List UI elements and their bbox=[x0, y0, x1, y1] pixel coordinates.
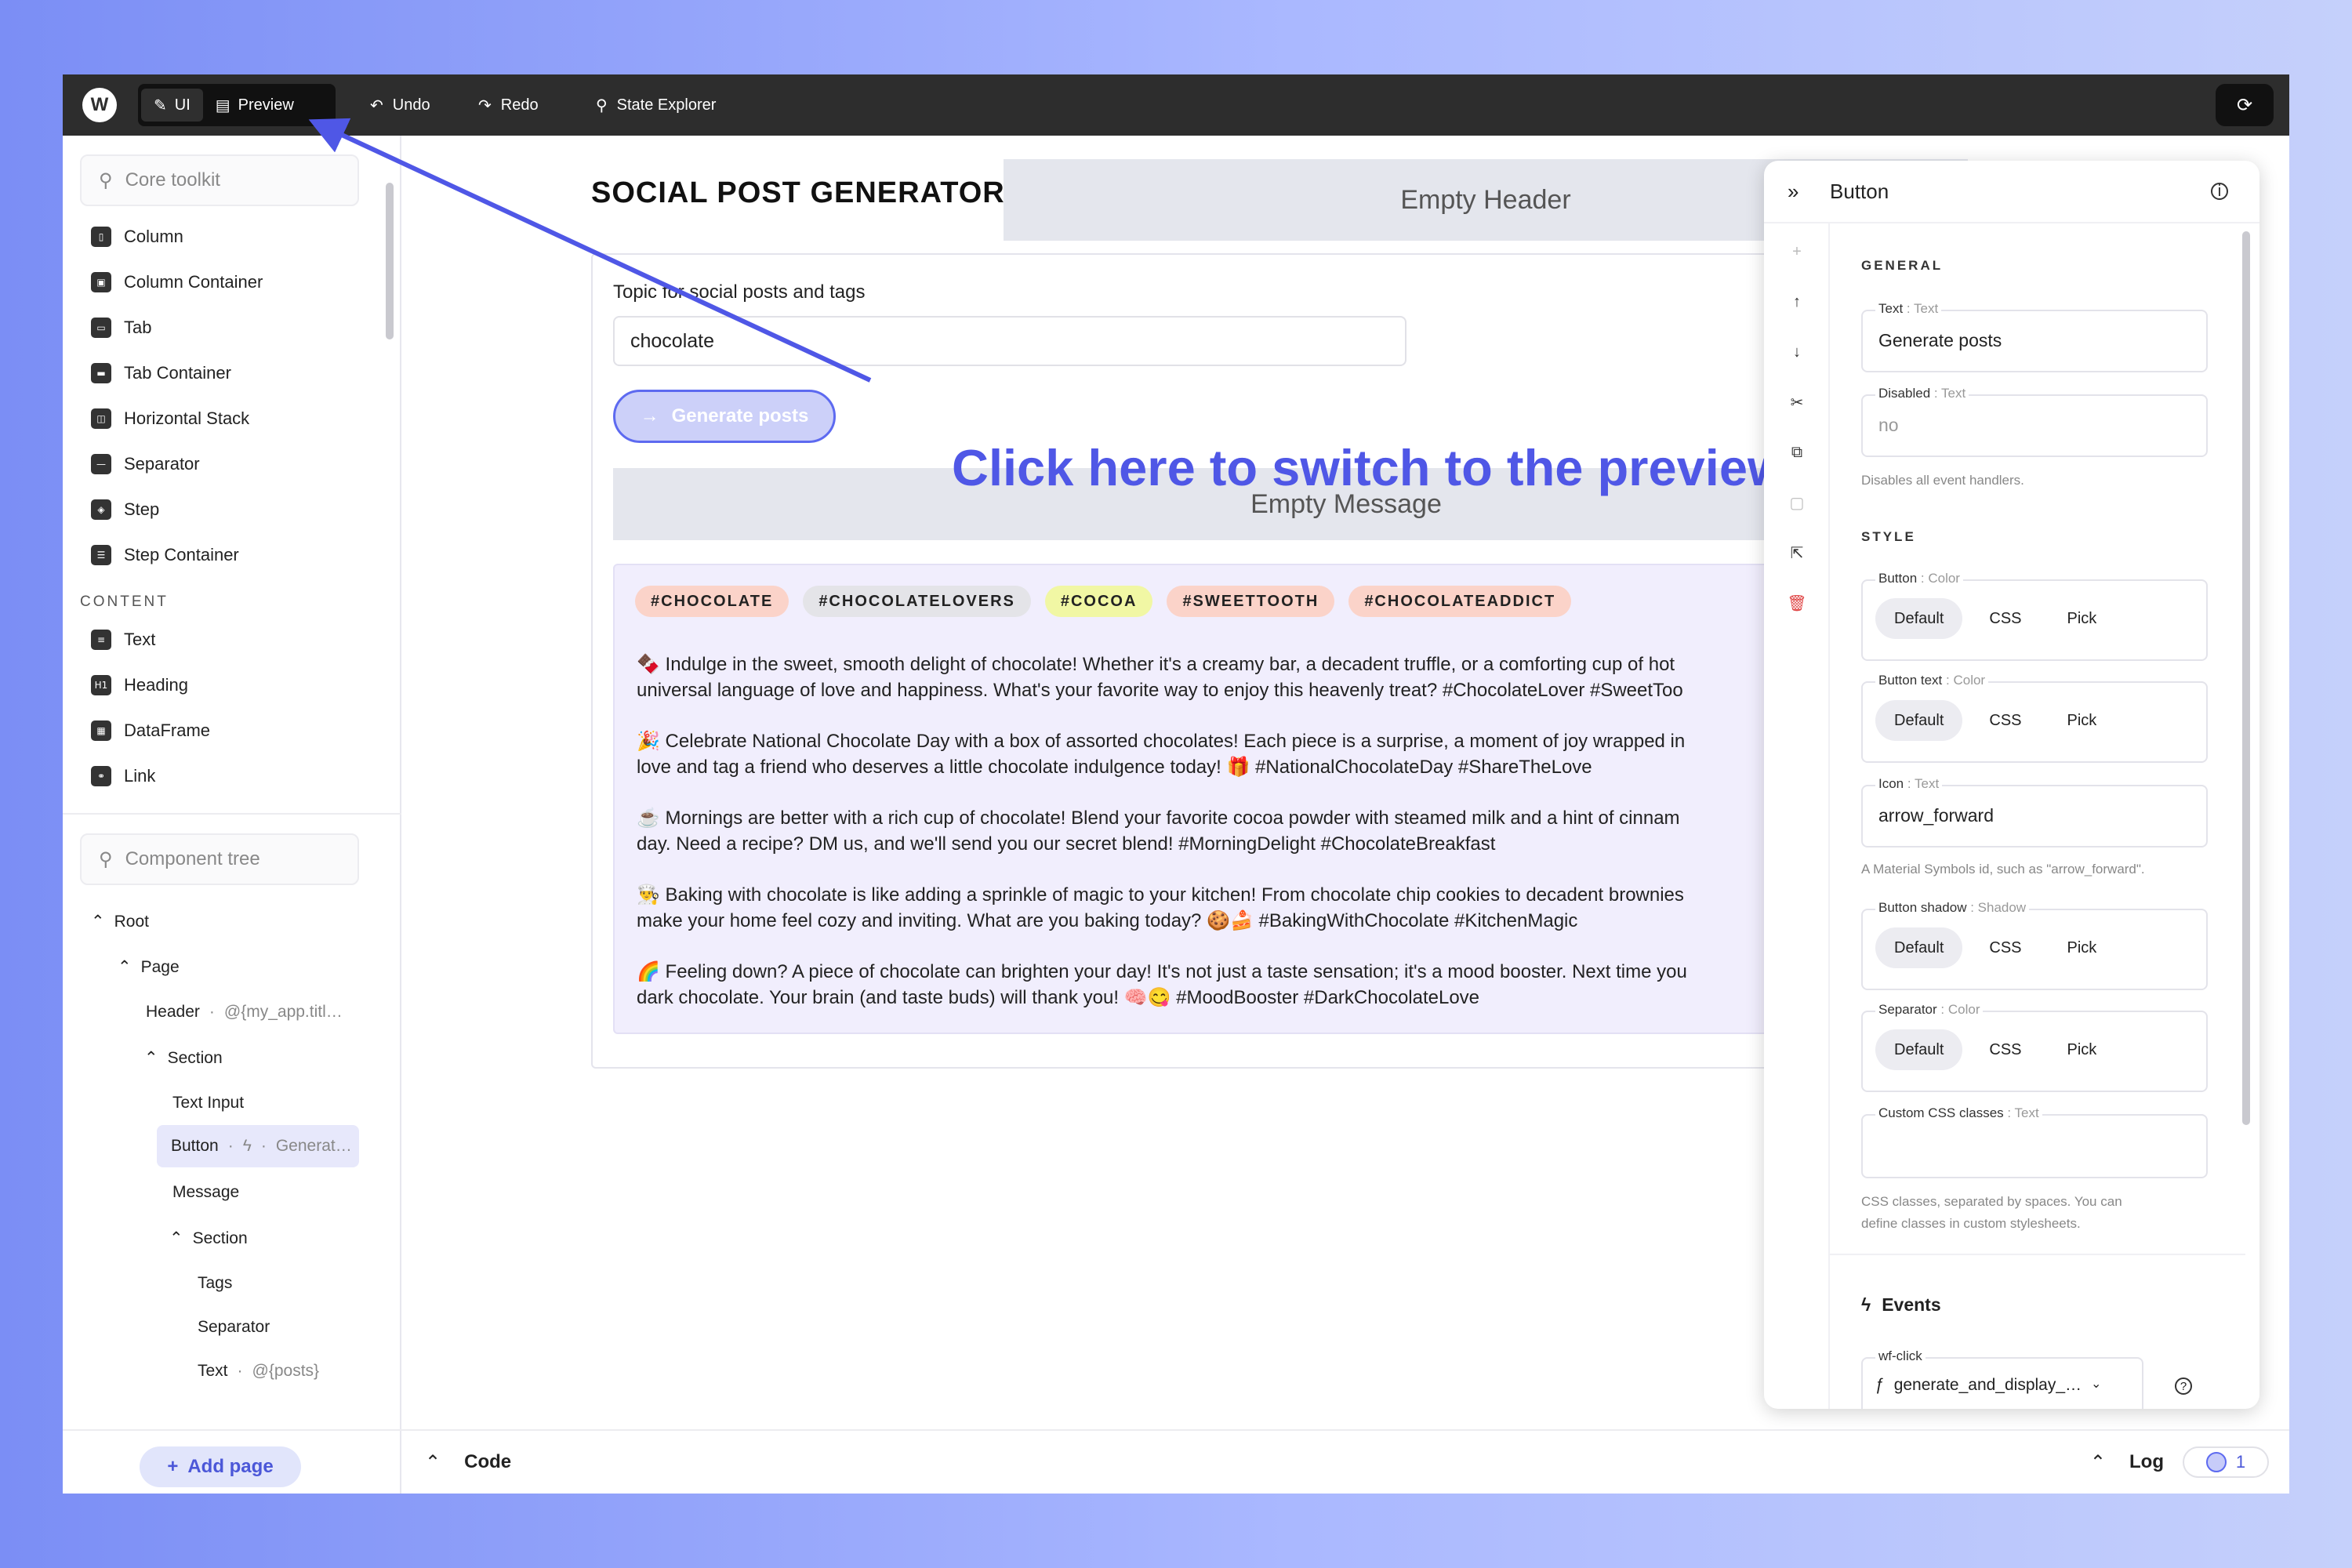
css-option[interactable]: CSS bbox=[1970, 598, 2040, 639]
panel-header: » Button i bbox=[1764, 161, 2259, 223]
css-option[interactable]: CSS bbox=[1970, 700, 2040, 741]
disabled-field[interactable]: Disabled : Text no bbox=[1861, 386, 2208, 457]
field-label-name: Text bbox=[1878, 301, 1904, 316]
mode-options: Default CSS Pick bbox=[1875, 927, 2115, 968]
wf-click-handler-select[interactable]: wf-click ƒ generate_and_display_… ⌄ bbox=[1861, 1348, 2143, 1409]
css-hint: CSS classes, separated by spaces. You ca… bbox=[1861, 1191, 2214, 1235]
callout-text: Click here to switch to the preview bbox=[952, 439, 1788, 496]
disabled-field-value: no bbox=[1878, 415, 1899, 435]
button-text-color-field: Button text : Color Default CSS Pick bbox=[1861, 673, 2208, 763]
icon-hint: A Material Symbols id, such as "arrow_fo… bbox=[1861, 862, 2145, 877]
mode-options: Default CSS Pick bbox=[1875, 598, 2115, 639]
panel-scrollbar[interactable] bbox=[2242, 231, 2250, 1125]
field-label-type: : Text bbox=[2007, 1105, 2039, 1120]
field-label: Text : Text bbox=[1875, 301, 1942, 317]
icon-field-value: arrow_forward bbox=[1878, 805, 1994, 826]
field-label-name: Button text bbox=[1878, 673, 1943, 688]
event-handler-name: generate_and_display_… bbox=[1893, 1376, 2082, 1394]
field-label-name: Button shadow bbox=[1878, 900, 1967, 915]
field-label-type: : Color bbox=[1920, 571, 1960, 586]
function-icon: ƒ bbox=[1875, 1376, 1885, 1394]
field-label-name: Button bbox=[1878, 571, 1918, 586]
mode-options: Default CSS Pick bbox=[1875, 1029, 2115, 1070]
field-label-type: : Text bbox=[1933, 386, 1966, 401]
disabled-hint: Disables all event handlers. bbox=[1861, 473, 2024, 488]
default-option[interactable]: Default bbox=[1875, 700, 1963, 741]
field-label: Separator : Color bbox=[1875, 1002, 1984, 1018]
pick-option[interactable]: Pick bbox=[2049, 598, 2116, 639]
text-field[interactable]: Text : Text Generate posts bbox=[1861, 301, 2208, 372]
field-label-type: : Shadow bbox=[1970, 900, 2027, 915]
field-label: Disabled : Text bbox=[1875, 386, 1969, 401]
field-label-type: : Color bbox=[1946, 673, 1986, 688]
button-shadow-field: Button shadow : Shadow Default CSS Pick bbox=[1861, 900, 2208, 990]
field-label: Button text : Color bbox=[1875, 673, 1989, 688]
css-hint-line: define classes in custom stylesheets. bbox=[1861, 1216, 2081, 1231]
default-option[interactable]: Default bbox=[1875, 598, 1963, 639]
css-option[interactable]: CSS bbox=[1970, 927, 2040, 968]
text-field-value: Generate posts bbox=[1878, 330, 2002, 350]
go-to-parent-icon[interactable]: ⇱ bbox=[1786, 542, 1808, 564]
field-label: Custom CSS classes : Text bbox=[1875, 1105, 2042, 1121]
panel-title: Button bbox=[1830, 179, 1889, 203]
field-label-type: : Text bbox=[1907, 776, 1940, 791]
info-icon[interactable]: i bbox=[2211, 183, 2228, 200]
css-option[interactable]: CSS bbox=[1970, 1029, 2040, 1070]
panel-divider bbox=[1830, 1254, 2245, 1255]
help-icon[interactable]: ? bbox=[2175, 1377, 2192, 1395]
general-heading: GENERAL bbox=[1861, 258, 1944, 273]
field-label-type: : Text bbox=[1906, 301, 1939, 316]
events-heading-label: Events bbox=[1882, 1294, 1941, 1315]
pick-option[interactable]: Pick bbox=[2049, 1029, 2116, 1070]
field-label-type: : Color bbox=[1940, 1002, 1980, 1017]
app-window: W ✎ UI ▤ Preview ↶ Undo ↷ Redo ⚲ State E… bbox=[63, 74, 2289, 1494]
delete-icon[interactable]: 🗑 bbox=[1786, 592, 1808, 614]
panel-action-rail: + ↑ ↓ ✂ ⧉ ▢ ⇱ 🗑 bbox=[1764, 223, 1830, 1409]
chevron-down-icon: ⌄ bbox=[2091, 1377, 2102, 1391]
field-label-name: Icon bbox=[1878, 776, 1904, 791]
field-label: Button : Color bbox=[1875, 571, 1963, 586]
custom-css-field[interactable]: Custom CSS classes : Text bbox=[1861, 1105, 2208, 1178]
icon-field[interactable]: Icon : Text arrow_forward bbox=[1861, 776, 2208, 848]
default-option[interactable]: Default bbox=[1875, 927, 1963, 968]
field-label-name: Disabled bbox=[1878, 386, 1931, 401]
field-label-name: Custom CSS classes bbox=[1878, 1105, 2004, 1120]
field-label: Icon : Text bbox=[1875, 776, 1943, 792]
move-up-icon[interactable]: ↑ bbox=[1786, 291, 1808, 313]
collapse-panel-icon[interactable]: » bbox=[1788, 180, 1798, 204]
style-heading: STYLE bbox=[1861, 529, 1916, 544]
paste-icon[interactable]: ▢ bbox=[1786, 492, 1808, 514]
field-label: Button shadow : Shadow bbox=[1875, 900, 2030, 916]
pick-option[interactable]: Pick bbox=[2049, 927, 2116, 968]
cut-icon[interactable]: ✂ bbox=[1786, 391, 1808, 413]
field-label-name: Separator bbox=[1878, 1002, 1937, 1017]
move-down-icon[interactable]: ↓ bbox=[1786, 341, 1808, 363]
pick-option[interactable]: Pick bbox=[2049, 700, 2116, 741]
lightning-icon: ϟ bbox=[1861, 1294, 1871, 1315]
panel-body: GENERAL Text : Text Generate posts Disab… bbox=[1830, 223, 2259, 1409]
mode-options: Default CSS Pick bbox=[1875, 700, 2115, 741]
css-hint-line: CSS classes, separated by spaces. You ca… bbox=[1861, 1194, 2122, 1209]
properties-panel: » Button i + ↑ ↓ ✂ ⧉ ▢ ⇱ 🗑 GENERAL Text … bbox=[1764, 161, 2259, 1409]
button-color-field: Button : Color Default CSS Pick bbox=[1861, 571, 2208, 661]
events-heading: ϟ Events bbox=[1861, 1294, 1941, 1316]
event-name-label: wf-click bbox=[1875, 1348, 1926, 1364]
copy-icon[interactable]: ⧉ bbox=[1786, 441, 1808, 463]
event-handler-value: ƒ generate_and_display_… ⌄ bbox=[1875, 1376, 2101, 1395]
separator-color-field: Separator : Color Default CSS Pick bbox=[1861, 1002, 2208, 1092]
add-icon[interactable]: + bbox=[1786, 241, 1808, 263]
default-option[interactable]: Default bbox=[1875, 1029, 1963, 1070]
